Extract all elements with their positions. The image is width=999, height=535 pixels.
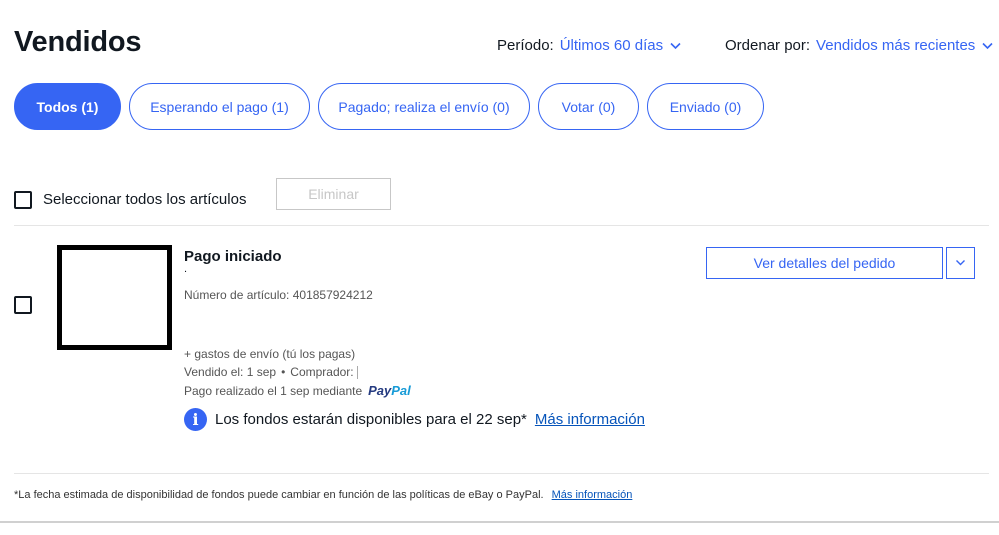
separator: • bbox=[281, 365, 286, 379]
funds-info: i Los fondos estarán disponibles para el… bbox=[184, 408, 645, 431]
shipping-note: + gastos de envío (tú los pagas) bbox=[184, 347, 356, 361]
order-status: Pago iniciado bbox=[184, 248, 282, 265]
period-dropdown[interactable]: Últimos 60 días bbox=[560, 37, 681, 54]
info-icon: i bbox=[184, 408, 207, 431]
paypal-logo: PayPal bbox=[368, 383, 411, 398]
more-info-link[interactable]: Más información bbox=[535, 411, 645, 428]
sort-filter: Ordenar por: Vendidos más recientes bbox=[725, 37, 993, 54]
tab-esperando-pago[interactable]: Esperando el pago (1) bbox=[129, 83, 310, 130]
tab-todos[interactable]: Todos (1) bbox=[14, 83, 121, 130]
sold-date: Vendido el: 1 sep bbox=[184, 365, 277, 379]
view-order-details-button[interactable]: Ver detalles del pedido bbox=[706, 247, 943, 279]
buyer-label: Comprador: bbox=[290, 365, 354, 379]
sort-label: Ordenar por: bbox=[725, 37, 811, 54]
more-actions-button[interactable] bbox=[946, 247, 975, 279]
payment-text: Pago realizado el 1 sep mediante bbox=[184, 383, 363, 398]
divider bbox=[14, 225, 989, 226]
divider bbox=[14, 473, 989, 474]
item-checkbox[interactable] bbox=[14, 296, 32, 314]
tab-votar[interactable]: Votar (0) bbox=[538, 83, 639, 130]
chevron-down-icon bbox=[982, 42, 993, 49]
period-label: Período: bbox=[497, 37, 554, 54]
footnote-more-info-link[interactable]: Más información bbox=[552, 489, 633, 501]
page-bottom-border bbox=[0, 521, 999, 523]
item-title: . bbox=[184, 263, 188, 275]
chevron-down-icon bbox=[670, 42, 681, 49]
sort-dropdown[interactable]: Vendidos más recientes bbox=[816, 37, 993, 54]
payment-info: Pago realizado el 1 sep mediante PayPal bbox=[184, 383, 411, 398]
sold-info: Vendido el: 1 sep • Comprador: bbox=[184, 365, 358, 379]
funds-message: Los fondos estarán disponibles para el 2… bbox=[215, 411, 527, 428]
footnote-text: *La fecha estimada de disponibilidad de … bbox=[14, 489, 544, 501]
tab-enviado[interactable]: Enviado (0) bbox=[647, 83, 764, 130]
tab-pagado-envio[interactable]: Pagado; realiza el envío (0) bbox=[318, 83, 530, 130]
select-all-checkbox[interactable] bbox=[14, 191, 32, 209]
item-number: Número de artículo: 401857924212 bbox=[184, 288, 373, 302]
select-all-label: Seleccionar todos los artículos bbox=[43, 191, 247, 208]
footnote: *La fecha estimada de disponibilidad de … bbox=[14, 489, 632, 501]
delete-button[interactable]: Eliminar bbox=[276, 178, 391, 210]
item-thumbnail[interactable] bbox=[57, 245, 172, 350]
period-value: Últimos 60 días bbox=[559, 37, 664, 54]
buyer-name[interactable] bbox=[356, 365, 358, 379]
status-tabs: Todos (1) Esperando el pago (1) Pagado; … bbox=[14, 83, 772, 130]
sort-value: Vendidos más recientes bbox=[816, 37, 976, 54]
period-filter: Período: Últimos 60 días bbox=[497, 37, 681, 54]
page-title: Vendidos bbox=[14, 26, 142, 58]
chevron-down-icon bbox=[956, 260, 965, 266]
